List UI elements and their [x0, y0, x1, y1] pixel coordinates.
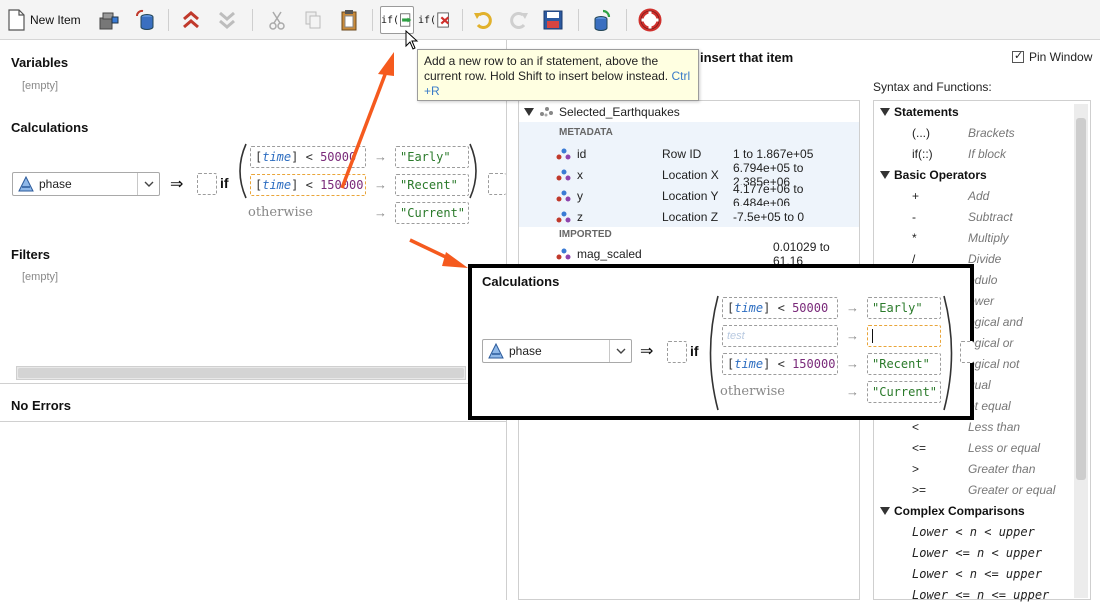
annotation-arrow-up-icon: [340, 52, 394, 189]
annotation-arrow-down-icon: [409, 238, 468, 268]
annotation-arrows: [340, 52, 468, 268]
